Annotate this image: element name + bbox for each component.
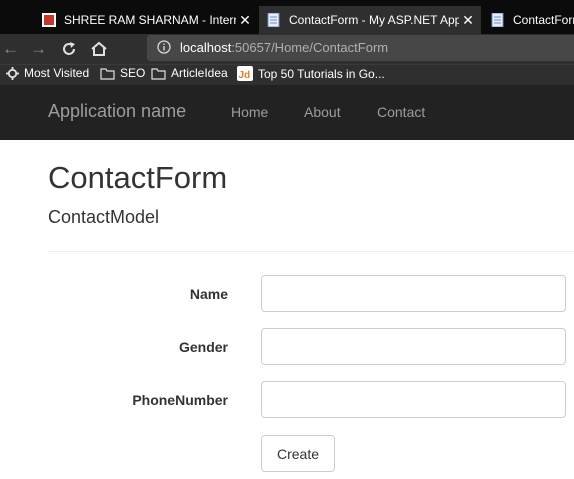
page-favicon-icon [491, 13, 504, 27]
divider [48, 251, 574, 252]
phone-number-label: PhoneNumber [132, 392, 228, 408]
jd-logo-icon: Jd [237, 66, 253, 81]
close-tab-icon[interactable]: ✕ [236, 12, 254, 29]
browser-tab-1[interactable]: SHREE RAM SHARNAM - Internet ✕ [34, 6, 258, 34]
url-path: :50657/Home/ContactForm [231, 40, 389, 55]
browser-tab-title: ContactForm [513, 13, 574, 27]
url-host: localhost [180, 40, 232, 55]
browser-tab-title: SHREE RAM SHARNAM - Internet [64, 13, 236, 27]
site-info-icon[interactable] [157, 40, 171, 54]
browser-tab-strip: SHREE RAM SHARNAM - Internet ✕ ContactFo… [0, 0, 574, 34]
gender-input[interactable] [261, 328, 566, 365]
forward-arrow-icon[interactable]: → [30, 38, 47, 60]
close-tab-icon[interactable]: ✕ [459, 12, 477, 29]
gender-label: Gender [178, 339, 228, 355]
bookmark-label: Most Visited [24, 66, 90, 80]
home-icon[interactable] [90, 38, 108, 66]
page-title: ContactForm [48, 160, 228, 195]
folder-icon [151, 67, 166, 80]
back-arrow-icon[interactable]: ← [2, 38, 19, 60]
reload-icon[interactable] [60, 38, 78, 66]
svg-text:Jd: Jd [239, 70, 251, 81]
app-brand-link[interactable]: Application name [48, 101, 186, 122]
bookmark-label: SEO [120, 66, 146, 80]
page-subtitle: ContactModel [48, 207, 160, 227]
browser-tab-2[interactable]: ContactForm - My ASP.NET Application ✕ [259, 6, 481, 34]
browser-tab-3[interactable]: ContactForm [483, 6, 574, 34]
gear-icon [6, 66, 19, 80]
address-bar[interactable]: localhost:50657/Home/ContactForm [147, 35, 574, 61]
url-text[interactable]: localhost:50657/Home/ContactForm [180, 40, 388, 55]
name-input[interactable] [261, 275, 566, 312]
bookmark-folder-articleidea[interactable]: ArticleIdea [151, 66, 228, 80]
name-label: Name [189, 286, 228, 302]
phone-number-input[interactable] [261, 381, 566, 418]
browser-tab-title: ContactForm - My ASP.NET Application [289, 13, 459, 27]
bookmark-top-50-tutorials[interactable]: Jd Top 50 Tutorials in Go... [237, 66, 385, 81]
bookmark-most-visited[interactable]: Most Visited [6, 66, 89, 80]
nav-link-home[interactable]: Home [231, 104, 268, 120]
bookmarks-bar: Most Visited SEO ArticleIdea Jd Top 50 T… [0, 64, 574, 85]
bookmark-label: Top 50 Tutorials in Go... [258, 66, 385, 81]
bookmark-label: ArticleIdea [171, 66, 228, 80]
nav-link-contact[interactable]: Contact [377, 104, 425, 120]
bookmark-folder-seo[interactable]: SEO [100, 66, 145, 80]
nav-link-about[interactable]: About [304, 104, 341, 120]
page-favicon-icon [267, 13, 280, 27]
site-favicon-icon [42, 13, 56, 27]
app-navbar: Application name Home About Contact [0, 85, 574, 140]
create-button[interactable]: Create [261, 435, 335, 472]
folder-icon [100, 67, 115, 80]
